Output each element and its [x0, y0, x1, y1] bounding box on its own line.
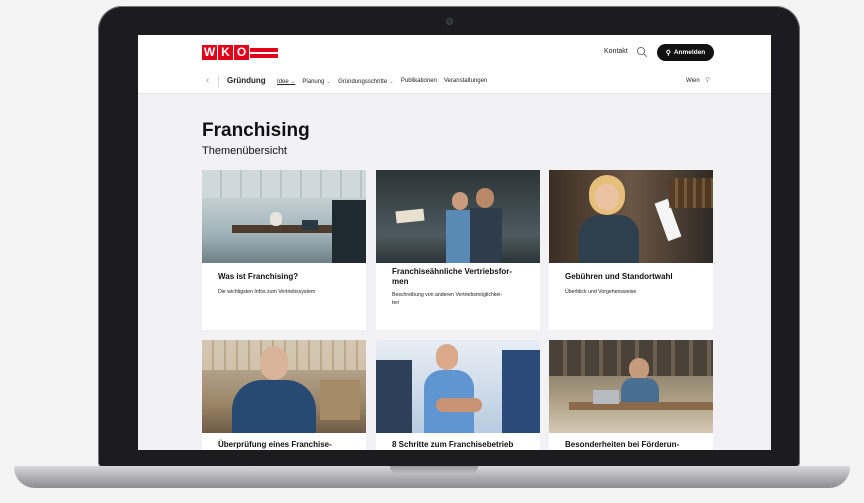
topic-card[interactable]: Besonderheiten bei Förderun- [549, 340, 713, 450]
chevron-down-icon: ⌄ [388, 79, 394, 85]
card-image-man-warehouse [202, 340, 366, 433]
card-description: Überblick und Vorgehensweise [565, 289, 637, 295]
page-subtitle: Themenübersicht [202, 145, 287, 157]
nav-item-gruendungsschritte[interactable]: Gründungsschritte ⌄ [338, 78, 394, 85]
logo-letter-k: K [218, 45, 233, 60]
topic-card[interactable]: Überprüfung eines Franchise- [202, 340, 366, 450]
location-pin-icon[interactable]: ⚲ [705, 76, 710, 84]
card-description: Beschreibung von anderen Vertriebsmöglic… [392, 292, 503, 306]
card-title: Was ist Franchising? [218, 272, 299, 281]
card-image-team-hands [376, 340, 540, 433]
card-image-cafe-laptop [549, 340, 713, 433]
card-title: 8 Schritte zum Franchisebetrieb [392, 440, 514, 449]
topic-card[interactable]: 8 Schritte zum Franchisebetrieb [376, 340, 540, 450]
nav-item-publikationen[interactable]: Publikationen [401, 78, 437, 85]
browser-screen: W K O Kontakt ⚲ Anmelden ‹ Gründung Idee… [138, 35, 771, 450]
region-selector[interactable]: Wien [686, 78, 700, 84]
logo-letter-w: W [202, 45, 217, 60]
page-title: Franchising [202, 120, 310, 141]
nav-item-label: Idee [277, 79, 289, 85]
nav-item-planung[interactable]: Planung ⌄ [302, 78, 331, 85]
wko-logo[interactable]: W K O [202, 45, 278, 60]
card-image-shop-owners [376, 170, 540, 263]
card-image-office [202, 170, 366, 263]
card-title: Besonderheiten bei Förderun- [565, 440, 680, 449]
user-icon: ⚲ [665, 49, 671, 57]
topic-card[interactable]: Franchiseähnliche Vertriebsfor- men Besc… [376, 170, 540, 330]
site-header: W K O Kontakt ⚲ Anmelden [138, 35, 771, 71]
nav-items: Idee ⌄ Planung ⌄ Gründungsschritte ⌄ Pub… [277, 78, 487, 85]
nav-item-label: Publikationen [400, 78, 437, 84]
nav-divider [218, 75, 219, 88]
contact-link[interactable]: Kontakt [604, 48, 628, 55]
nav-item-idee[interactable]: Idee ⌄ [277, 78, 295, 85]
open-sign-icon [395, 208, 425, 224]
logo-bars [250, 45, 278, 60]
chevron-left-icon[interactable]: ‹ [206, 75, 209, 86]
chevron-down-icon: ⌄ [290, 79, 296, 85]
laptop-mockup: W K O Kontakt ⚲ Anmelden ‹ Gründung Idee… [0, 0, 864, 503]
card-image-woman-phone [549, 170, 713, 263]
topic-card[interactable]: Was ist Franchising? Die wichtigsten Inf… [202, 170, 366, 330]
nav-item-label: Planung [302, 79, 325, 85]
topic-card[interactable]: Gebühren und Standortwahl Überblick und … [549, 170, 713, 330]
chevron-down-icon: ⌄ [326, 79, 332, 85]
card-description: Die wichtigsten Infos zum Vertriebssyste… [218, 289, 316, 295]
nav-section-title[interactable]: Gründung [227, 76, 266, 85]
nav-item-veranstaltungen[interactable]: Veranstaltungen [444, 78, 487, 85]
nav-item-label: Veranstaltungen [443, 78, 488, 84]
laptop-notch [390, 466, 478, 474]
nav-item-label: Gründungsschritte [338, 79, 388, 85]
logo-letter-o: O [234, 45, 249, 60]
login-button[interactable]: ⚲ Anmelden [657, 44, 714, 61]
card-title: Franchiseähnliche Vertriebsfor- men [392, 267, 513, 286]
card-title: Überprüfung eines Franchise- [218, 440, 332, 449]
card-title: Gebühren und Standortwahl [565, 272, 673, 281]
camera-icon [446, 18, 453, 25]
login-button-label: Anmelden [673, 49, 706, 56]
search-icon[interactable] [636, 46, 648, 58]
section-nav: ‹ Gründung Idee ⌄ Planung ⌄ Gründungssch… [138, 70, 771, 94]
